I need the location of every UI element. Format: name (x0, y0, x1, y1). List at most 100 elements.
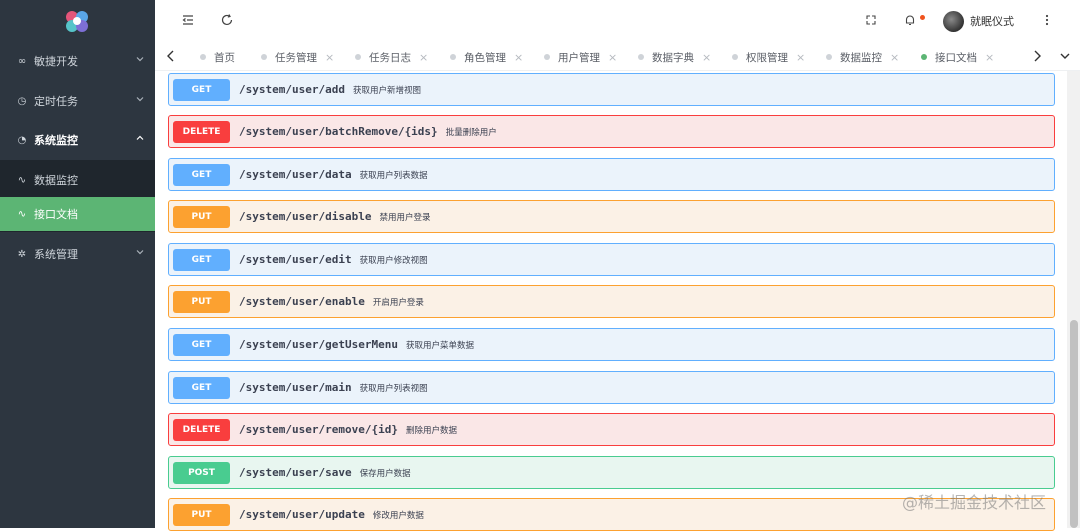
tab-dot (638, 54, 644, 60)
method-badge: GET (173, 163, 230, 186)
pulse-icon: ∿ (17, 208, 27, 220)
tab-label: 数据监控 (840, 51, 882, 64)
operation-path: /system/user/enable (239, 295, 365, 308)
tab-dot (261, 54, 267, 60)
operation-path: /system/user/disable (239, 210, 372, 223)
chevron-right-icon[interactable] (1030, 48, 1044, 64)
operation-path: /system/user/batchRemove/{ids} (239, 125, 438, 138)
tab-dot (544, 54, 550, 60)
method-badge: POST (173, 461, 230, 484)
top-header (155, 0, 1080, 42)
close-icon[interactable]: × (796, 51, 805, 64)
operation-summary: 禁用用户登录 (379, 212, 431, 223)
tab-task-log[interactable]: 任务日志 × (355, 49, 428, 65)
tab-permission-management[interactable]: 权限管理 × (732, 49, 805, 65)
tab-dot (826, 54, 832, 60)
operation-row[interactable]: GET /system/user/main 获取用户列表视图 (168, 371, 1055, 404)
scrollbar-thumb[interactable] (1070, 320, 1078, 528)
operation-row[interactable]: DELETE /system/user/batchRemove/{ids} 批量… (168, 115, 1055, 148)
operation-path: /system/user/main (239, 381, 352, 394)
method-badge: PUT (173, 290, 230, 313)
method-badge: GET (173, 333, 230, 356)
refresh-icon[interactable] (219, 12, 235, 28)
sidebar-item-system-monitor[interactable]: ◔ 系统监控 (0, 120, 155, 160)
close-icon[interactable]: × (325, 51, 334, 64)
operation-row[interactable]: GET /system/user/data 获取用户列表数据 (168, 158, 1055, 191)
close-icon[interactable]: × (608, 51, 617, 64)
tab-role-management[interactable]: 角色管理 × (450, 49, 523, 65)
tab-user-management[interactable]: 用户管理 × (544, 49, 617, 65)
chevron-down-icon (136, 250, 144, 255)
close-icon[interactable]: × (890, 51, 899, 64)
collapse-menu-icon[interactable] (180, 12, 196, 28)
operation-path: /system/user/remove/{id} (239, 423, 398, 436)
operation-row[interactable]: PUT /system/user/disable 禁用用户登录 (168, 200, 1055, 233)
chevron-left-icon[interactable] (164, 48, 178, 64)
close-icon[interactable]: × (419, 51, 428, 64)
close-icon[interactable]: × (702, 51, 711, 64)
operation-row[interactable]: POST /system/user/save 保存用户数据 (168, 456, 1055, 489)
operation-path: /system/user/add (239, 83, 345, 96)
tab-task-management[interactable]: 任务管理 × (261, 49, 334, 65)
tab-label: 数据字典 (652, 51, 694, 64)
operation-row[interactable]: DELETE /system/user/remove/{id} 删除用户数据 (168, 413, 1055, 446)
more-vertical-icon[interactable] (1039, 12, 1055, 28)
chevron-up-icon (136, 135, 144, 140)
operation-row[interactable]: GET /system/user/getUserMenu 获取用户菜单数据 (168, 328, 1055, 361)
sidebar-item-label: 定时任务 (34, 95, 78, 108)
tab-data-dictionary[interactable]: 数据字典 × (638, 49, 711, 65)
avatar[interactable] (943, 11, 964, 32)
link-icon: ∞ (17, 55, 27, 67)
operation-path: /system/user/save (239, 466, 352, 479)
operation-path: /system/user/edit (239, 253, 352, 266)
logo-icon (66, 11, 88, 32)
api-operations-list: GET /system/user/add 获取用户新增视图 DELETE /sy… (155, 71, 1067, 531)
chevron-down-icon (136, 57, 144, 62)
operation-path: /system/user/getUserMenu (239, 338, 398, 351)
sidebar-item-data-monitor[interactable]: ∿ 数据监控 (0, 163, 155, 197)
tab-dot (355, 54, 361, 60)
pulse-icon: ∿ (17, 174, 27, 186)
method-badge: GET (173, 248, 230, 271)
sidebar-item-label: 系统监控 (34, 134, 78, 147)
operation-path: /system/user/data (239, 168, 352, 181)
chevron-down-icon (136, 97, 144, 102)
operation-row[interactable]: GET /system/user/edit 获取用户修改视图 (168, 243, 1055, 276)
operation-row[interactable]: PUT /system/user/enable 开启用户登录 (168, 285, 1055, 318)
method-badge: DELETE (173, 418, 230, 441)
bell-icon[interactable] (902, 12, 918, 28)
clock-icon: ◷ (17, 95, 27, 107)
sidebar-item-label: 数据监控 (34, 174, 78, 187)
close-icon[interactable]: × (985, 51, 994, 64)
operation-summary: 修改用户数据 (372, 510, 424, 521)
operation-summary: 获取用户新增视图 (352, 85, 421, 96)
tab-label: 接口文档 (935, 51, 977, 64)
sidebar-item-agile-dev[interactable]: ∞ 敏捷开发 (0, 41, 155, 81)
tab-label: 首页 (214, 51, 235, 64)
tab-dot (921, 54, 927, 60)
tab-dot (732, 54, 738, 60)
username[interactable]: 就眠仪式 (970, 13, 1014, 29)
operation-summary: 获取用户修改视图 (359, 255, 428, 266)
fullscreen-icon[interactable] (863, 12, 879, 28)
tab-data-monitor[interactable]: 数据监控 × (826, 49, 899, 65)
method-badge: DELETE (173, 120, 230, 143)
sidebar: ∞ 敏捷开发 ◷ 定时任务 ◔ 系统监控 ∿ 数据监控 ∿ 接口文档 ✲ 系统管… (0, 0, 155, 528)
operation-summary: 保存用户数据 (359, 468, 411, 479)
tab-label: 任务日志 (369, 51, 411, 64)
gear-icon: ✲ (17, 248, 27, 260)
tab-label: 任务管理 (275, 51, 317, 64)
tab-api-docs[interactable]: 接口文档 × (921, 49, 994, 65)
close-icon[interactable]: × (514, 51, 523, 64)
tab-home[interactable]: 首页 (200, 49, 235, 65)
operation-row[interactable]: GET /system/user/add 获取用户新增视图 (168, 73, 1055, 106)
chevron-down-icon[interactable] (1058, 48, 1072, 64)
tab-dot (450, 54, 456, 60)
sidebar-item-scheduled-tasks[interactable]: ◷ 定时任务 (0, 81, 155, 121)
operation-path: /system/user/update (239, 508, 365, 521)
sidebar-item-api-docs[interactable]: ∿ 接口文档 (0, 197, 155, 231)
notification-dot (920, 15, 925, 20)
operation-summary: 获取用户列表视图 (359, 383, 428, 394)
method-badge: GET (173, 376, 230, 399)
sidebar-item-system-management[interactable]: ✲ 系统管理 (0, 234, 155, 274)
